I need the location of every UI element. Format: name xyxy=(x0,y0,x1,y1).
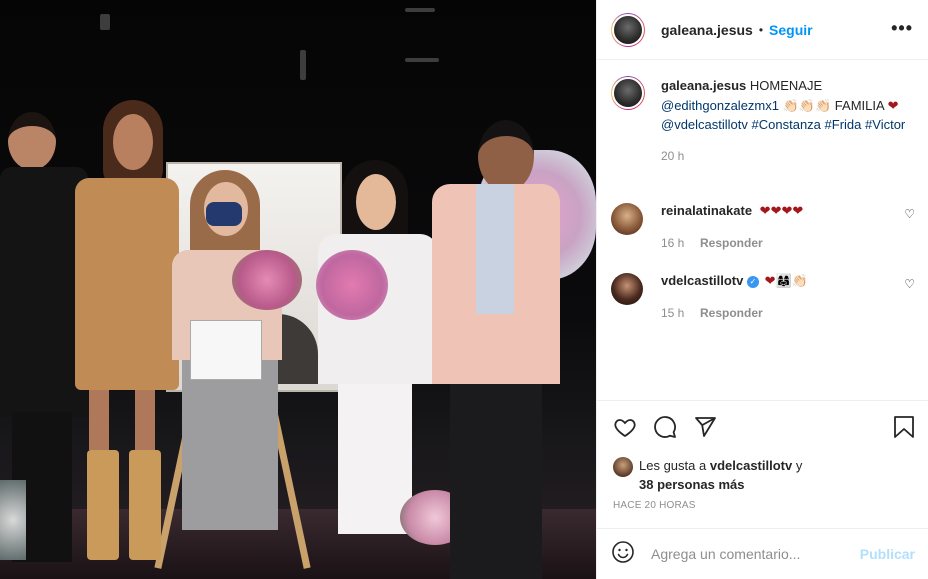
caption-author-username[interactable]: galeana.jesus xyxy=(661,78,746,93)
separator-dot: • xyxy=(758,22,764,37)
caption-hashtag[interactable]: #Constanza xyxy=(752,117,821,132)
caption-hashtag[interactable]: #Victor xyxy=(865,117,905,132)
comment-username[interactable]: vdelcastillotv xyxy=(661,273,743,288)
like-icon[interactable] xyxy=(613,415,637,444)
likes-prefix: Les gusta a xyxy=(639,458,707,473)
likes-conjunction: y xyxy=(795,458,803,473)
verified-badge-icon: ✓ xyxy=(747,275,759,288)
action-bar xyxy=(597,400,928,456)
comment-avatar[interactable] xyxy=(611,273,643,305)
comment-icon[interactable] xyxy=(653,415,677,444)
more-options-icon[interactable]: ••• xyxy=(891,18,913,39)
follow-button[interactable]: Seguir xyxy=(769,22,813,38)
caption-author-avatar[interactable] xyxy=(611,76,645,110)
caption-mention[interactable]: @vdelcastillotv xyxy=(661,117,748,132)
liker-username[interactable]: vdelcastillotv xyxy=(710,458,792,473)
like-comment-icon[interactable]: ♡ xyxy=(904,277,915,291)
caption-hashtag[interactable]: #Frida xyxy=(825,117,862,132)
post-details-panel: galeana.jesus • Seguir ••• galeana.jesus… xyxy=(596,0,928,579)
post-timestamp[interactable]: HACE 20 HORAS xyxy=(613,500,696,511)
post-header: galeana.jesus • Seguir ••• xyxy=(597,0,928,60)
post-caption: galeana.jesus HOMENAJE @edithgonzalezmx1… xyxy=(611,76,915,166)
floor-flowers xyxy=(0,480,26,560)
flower-bouquet xyxy=(232,250,302,310)
comment-avatar[interactable] xyxy=(611,203,643,235)
caption-text: HOMENAJE xyxy=(749,78,823,93)
likes-summary: Les gusta a vdelcastillotv y 38 personas… xyxy=(613,456,802,494)
ceiling-light xyxy=(300,50,306,80)
save-icon[interactable] xyxy=(893,415,915,444)
comment-text: ❤❤❤❤ xyxy=(759,203,804,218)
comment-item: vdelcastillotv ✓ ❤👩‍👩‍👧👏🏻 15 h Responder… xyxy=(611,273,915,320)
liker-avatar[interactable] xyxy=(613,457,633,477)
ceiling-light xyxy=(405,58,439,62)
comment-time[interactable]: 16 h xyxy=(661,236,684,250)
flower-bouquet xyxy=(316,250,388,320)
smiley-icon[interactable] xyxy=(611,540,635,569)
share-icon[interactable] xyxy=(693,415,717,444)
author-username[interactable]: galeana.jesus xyxy=(661,22,753,38)
caption-heart-emoji: ❤ xyxy=(887,97,899,113)
comment-item: reinalatinakate ❤❤❤❤ 16 h Responder ♡ xyxy=(611,203,915,250)
reply-button[interactable]: Responder xyxy=(700,306,763,320)
publish-button[interactable]: Publicar xyxy=(860,546,915,562)
ceiling-light xyxy=(100,14,110,30)
post-photo[interactable] xyxy=(0,0,596,579)
comment-text: ❤👩‍👩‍👧👏🏻 xyxy=(764,273,808,288)
likes-others[interactable]: 38 personas más xyxy=(639,477,745,492)
comment-input[interactable]: Agrega un comentario... xyxy=(651,546,860,562)
add-comment-bar: Agrega un comentario... Publicar xyxy=(597,528,928,579)
author-avatar[interactable] xyxy=(611,12,645,47)
caption-mention[interactable]: @edithgonzalezmx1 xyxy=(661,98,779,113)
comment-username[interactable]: reinalatinakate xyxy=(661,203,752,218)
like-comment-icon[interactable]: ♡ xyxy=(904,207,915,221)
caption-text: FAMILIA xyxy=(834,97,884,113)
reply-button[interactable]: Responder xyxy=(700,236,763,250)
ceiling-light xyxy=(405,8,435,12)
caption-time[interactable]: 20 h xyxy=(661,147,911,167)
caption-emoji: 👏🏻👏🏻👏🏻 xyxy=(782,97,832,113)
comment-time[interactable]: 15 h xyxy=(661,306,684,320)
